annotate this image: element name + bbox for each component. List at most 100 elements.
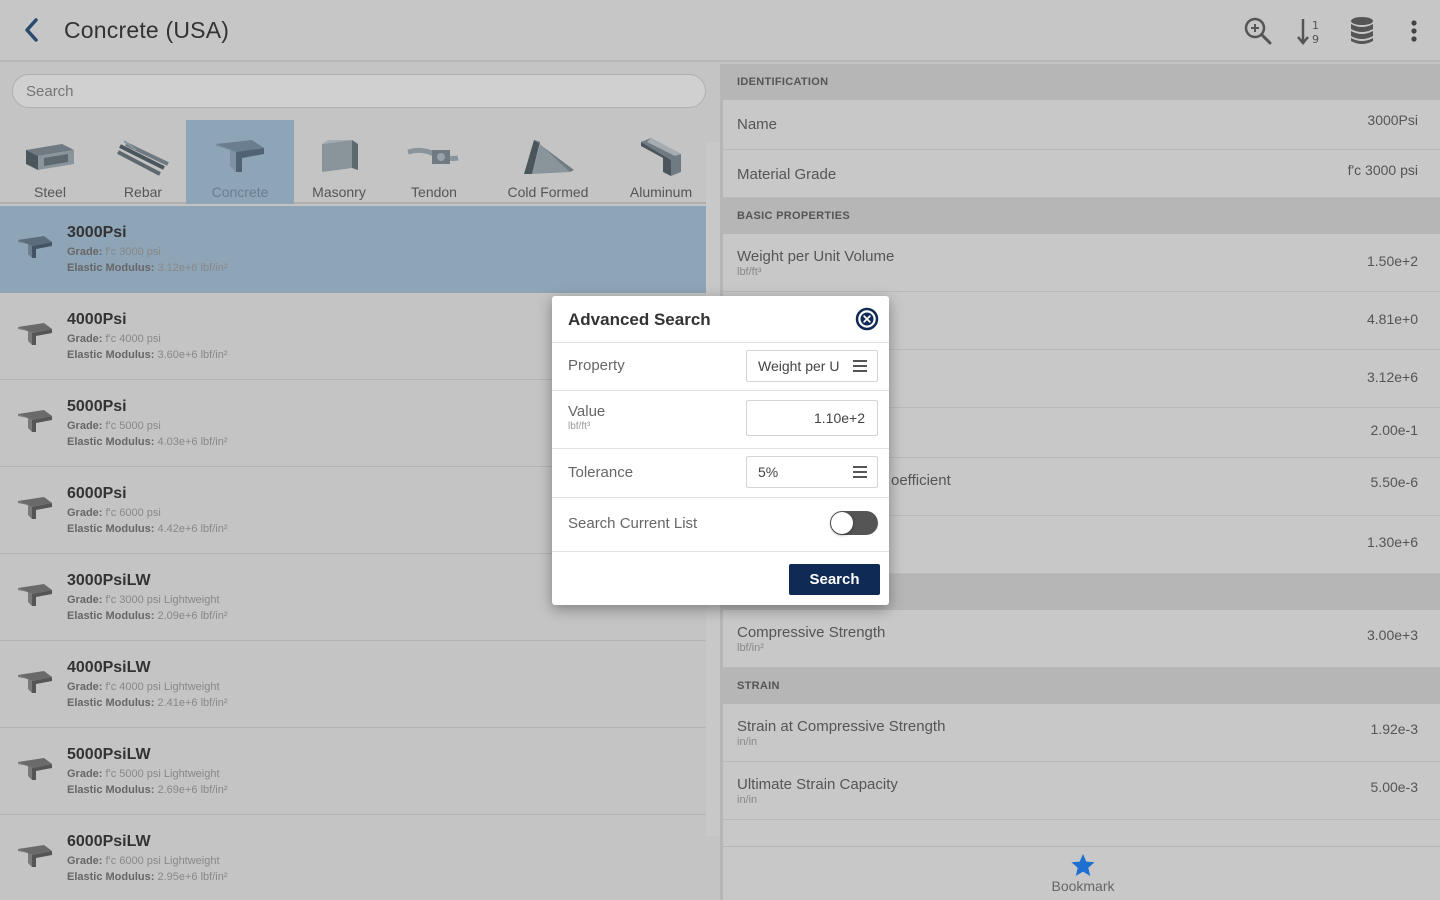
modulus-label: Elastic Modulus: — [67, 610, 155, 622]
back-arrow-icon — [25, 18, 38, 42]
concrete-icon — [216, 140, 264, 172]
app-bar: Concrete (USA) 19 — [0, 0, 1440, 62]
search-current-list-label: Search Current List — [568, 515, 698, 532]
property-label: Compressive Strength — [737, 624, 886, 641]
grade-label: Grade: — [67, 333, 103, 345]
concrete-icon — [18, 671, 52, 693]
property-label: Weight per Unit Volume — [737, 248, 895, 265]
grade-label: Grade: — [67, 246, 103, 258]
category-label: Aluminum — [629, 184, 693, 200]
category-concrete[interactable]: Concrete — [186, 120, 294, 204]
material-name: 5000Psi — [67, 398, 127, 415]
bookmark-label: Bookmark — [1051, 878, 1115, 894]
material-name: 6000Psi — [67, 485, 127, 502]
back-button[interactable] — [0, 0, 64, 61]
category-aluminum[interactable]: Aluminum — [612, 120, 710, 204]
concrete-icon — [18, 497, 52, 519]
search-input[interactable] — [12, 74, 706, 108]
property-label: oefficient — [891, 472, 951, 489]
property-value: 3000Psi — [1367, 112, 1418, 128]
category-label: Rebar — [123, 184, 163, 200]
category-label: Steel — [34, 184, 66, 200]
list-item[interactable]: 3000Psi Grade: f'c 3000 psi Elastic Modu… — [0, 206, 706, 293]
masonry-icon — [322, 140, 358, 172]
property-value: 1.30e+6 — [1367, 534, 1418, 550]
concrete-icon — [18, 845, 52, 867]
grade-label: Grade: — [67, 594, 103, 606]
more-menu-button[interactable] — [1388, 0, 1440, 62]
modulus-label: Elastic Modulus: — [67, 697, 155, 709]
tolerance-select-value: 5% — [758, 464, 779, 480]
modulus-label: Elastic Modulus: — [67, 523, 155, 535]
database-button[interactable] — [1336, 0, 1388, 62]
database-icon — [1351, 17, 1373, 44]
property-row: Strain at Compressive Strength in/in 1.9… — [723, 704, 1440, 762]
search-current-list-toggle[interactable] — [830, 511, 878, 535]
sort-button[interactable]: 19 — [1284, 0, 1336, 62]
property-row: Name 3000Psi — [723, 100, 1440, 150]
property-value: 1.50e+2 — [1367, 253, 1418, 269]
property-value: 5.50e-6 — [1370, 474, 1418, 490]
concrete-icon — [18, 410, 52, 432]
dialog-title: Advanced Search — [568, 310, 711, 329]
modulus-value: 3.12e+6 lbf/in² — [157, 262, 228, 274]
zoom-search-icon — [1244, 17, 1272, 45]
value-input-text: 1.10e+2 — [814, 410, 865, 426]
value-unit: lbf/ft³ — [568, 421, 591, 432]
category-steel[interactable]: Steel — [0, 120, 100, 204]
category-cold-formed[interactable]: Cold Formed — [484, 120, 612, 204]
concrete-icon — [18, 323, 52, 345]
list-item[interactable]: 6000PsiLW Grade: f'c 6000 psi Lightweigh… — [0, 815, 720, 900]
property-value: 3.00e+3 — [1367, 627, 1418, 643]
property-value: 4.81e+0 — [1367, 311, 1418, 327]
property-label: Strain at Compressive Strength — [737, 718, 946, 735]
category-rebar[interactable]: Rebar — [100, 120, 186, 204]
category-bar: Steel Rebar Concrete Masonry Tendon Cold… — [0, 120, 710, 204]
property-unit: in/in — [737, 736, 758, 748]
grade-value: f'c 3000 psi — [105, 246, 161, 258]
category-masonry[interactable]: Masonry — [294, 120, 384, 204]
value-row: Value lbf/ft³ 1.10e+2 — [552, 391, 889, 449]
tolerance-label: Tolerance — [568, 464, 634, 481]
material-name: 3000Psi — [67, 224, 127, 241]
material-name: 4000Psi — [67, 311, 127, 328]
property-row: Compressive Strength lbf/in² 3.00e+3 — [723, 610, 1440, 668]
advanced-search-dialog: Advanced Search Property Weight per U Va… — [552, 296, 889, 605]
grade-label: Grade: — [67, 507, 103, 519]
modulus-value: 3.60e+6 lbf/in² — [157, 349, 228, 361]
close-icon[interactable] — [855, 307, 879, 331]
property-select[interactable]: Weight per U — [746, 350, 878, 382]
property-unit: lbf/ft³ — [737, 266, 762, 278]
advanced-search-button[interactable] — [1232, 0, 1284, 62]
property-row: Weight per Unit Volume lbf/ft³ 1.50e+2 — [723, 234, 1440, 292]
aluminum-icon — [641, 138, 681, 176]
grade-label: Grade: — [67, 855, 103, 867]
tolerance-select[interactable]: 5% — [746, 456, 878, 488]
property-label: Name — [737, 116, 778, 133]
section-header: STRAIN — [723, 668, 1440, 704]
property-unit: in/in — [737, 794, 758, 806]
rebar-icon — [117, 140, 169, 176]
value-input[interactable]: 1.10e+2 — [746, 400, 878, 436]
concrete-icon — [18, 584, 52, 606]
property-value: 1.92e-3 — [1370, 721, 1418, 737]
property-label: Material Grade — [737, 166, 837, 183]
category-tendon[interactable]: Tendon — [384, 120, 484, 204]
list-item[interactable]: 4000PsiLW Grade: f'c 4000 psi Lightweigh… — [0, 641, 720, 728]
property-label: Ultimate Strain Capacity — [737, 776, 898, 793]
star-icon — [1071, 854, 1095, 876]
menu-icon — [853, 360, 867, 372]
property-value: 2.00e-1 — [1370, 422, 1418, 438]
value-label: Value — [568, 403, 606, 420]
tendon-icon — [407, 147, 459, 164]
property-select-value: Weight per U — [758, 358, 840, 374]
list-item[interactable]: 5000PsiLW Grade: f'c 5000 psi Lightweigh… — [0, 728, 720, 815]
concrete-icon — [18, 236, 52, 258]
category-label: Cold Formed — [507, 184, 589, 200]
modulus-value: 4.03e+6 lbf/in² — [157, 436, 228, 448]
grade-value: f'c 4000 psi Lightweight — [105, 681, 220, 693]
bookmark-button[interactable]: Bookmark — [1043, 853, 1123, 894]
search-button[interactable]: Search — [789, 564, 880, 595]
modulus-value: 2.09e+6 lbf/in² — [157, 610, 228, 622]
grade-label: Grade: — [67, 420, 103, 432]
